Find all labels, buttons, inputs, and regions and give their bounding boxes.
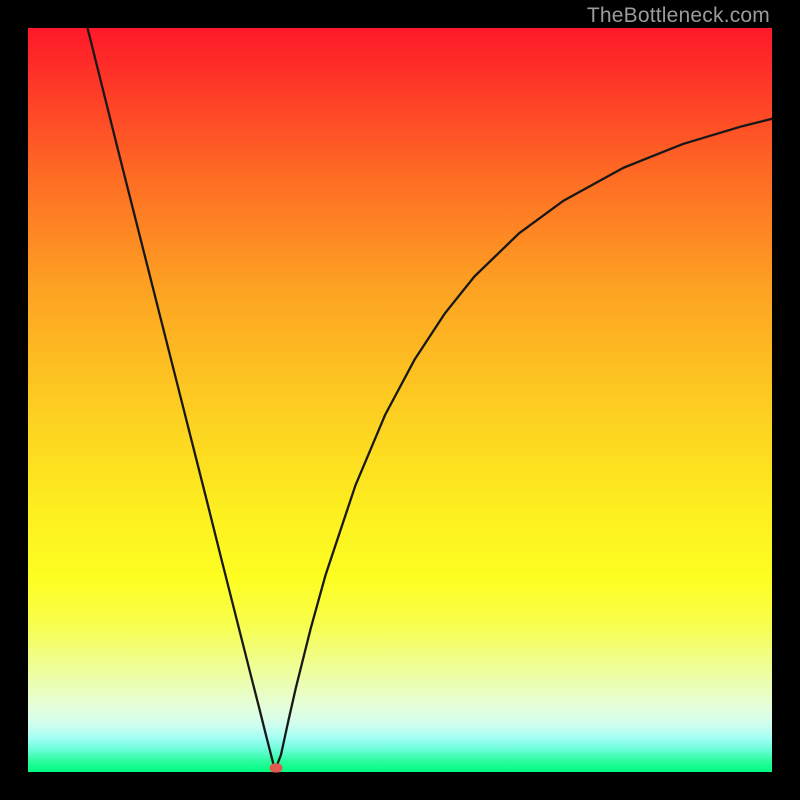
curve-svg: [28, 28, 772, 772]
watermark-text: TheBottleneck.com: [587, 4, 770, 28]
bottleneck-curve: [88, 28, 772, 768]
minimum-marker: [269, 764, 282, 773]
plot-area: [28, 28, 772, 772]
chart-stage: TheBottleneck.com: [0, 0, 800, 800]
